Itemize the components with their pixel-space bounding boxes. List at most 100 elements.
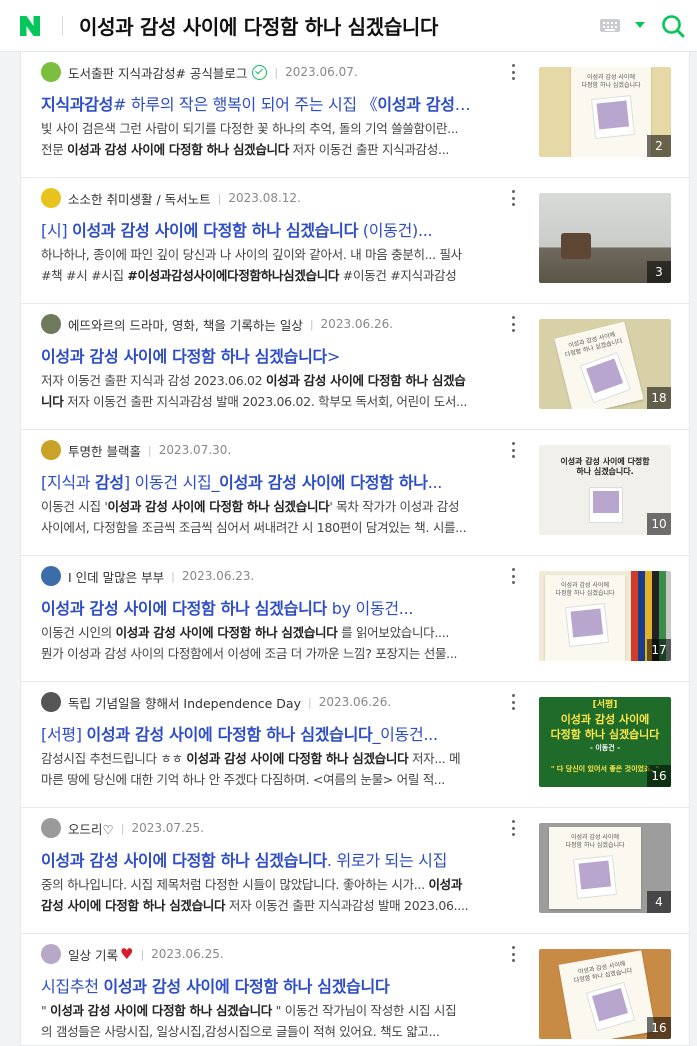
snippet-line: 니다 저자 이동건 출판 지식과감성 발매 2023.06.02. 학부모 독서…: [41, 391, 517, 412]
thumb-photo: [589, 487, 623, 523]
result-source[interactable]: 오드리♡ | 2023.07.25.: [41, 818, 204, 838]
keyboard-icon[interactable]: [600, 19, 620, 32]
text-segment: [서평]: [41, 725, 87, 744]
more-options-icon[interactable]: [508, 568, 518, 584]
blog-name[interactable]: 독립 기념일을 향해서 Independence Day: [68, 693, 301, 712]
book-cover-photo: [565, 603, 610, 647]
result-source[interactable]: 소소한 취미생활 / 독서노트 | 2023.08.12.: [41, 188, 301, 208]
text-segment: 저자 이동건 출판 지식과감성 발매 2023.06....: [225, 898, 469, 913]
avatar[interactable]: [41, 566, 61, 586]
more-options-icon[interactable]: [508, 442, 518, 458]
more-options-icon[interactable]: [508, 820, 518, 836]
result-source[interactable]: 일상 기록 ♥ | 2023.06.25.: [41, 944, 224, 964]
avatar[interactable]: [41, 692, 61, 712]
image-count-badge: 4: [647, 891, 671, 913]
result-title-link[interactable]: 이성과 감성 사이에 다정함 하나 심겠습니다>: [41, 343, 531, 367]
blog-name[interactable]: 소소한 취미생활 / 독서노트: [68, 189, 211, 208]
search-icon[interactable]: [660, 13, 686, 39]
avatar[interactable]: [41, 62, 61, 82]
separator: |: [140, 947, 145, 961]
result-thumbnail[interactable]: 이성과 감성 사이에 다정함 하나 심겠습니다 2: [539, 67, 671, 157]
highlight-text: 이성과 감성 사이에 다정함 하나 심겠습니다: [50, 1003, 272, 1018]
snippet-line: 이동건 시인의 이성과 감성 사이에 다정함 하나 심겠습니다 를 읽어보았습니…: [41, 622, 517, 643]
snippet-line: 하나하나, 종이에 파인 깊이 당신과 나 사이의 깊이와 같아서. 내 마음 …: [41, 244, 517, 265]
result-thumbnail[interactable]: 이성과 감성 사이에 다정함 하나 심겠습니다 4: [539, 823, 671, 913]
blog-name[interactable]: 투명한 블랙홀: [68, 441, 141, 460]
search-query-text[interactable]: 이성과 감성 사이에 다정함 하나 심겠습니다: [79, 11, 438, 40]
result-source[interactable]: 에뜨와르의 드라마, 영화, 책을 기록하는 일상 | 2023.06.26.: [41, 314, 393, 334]
more-options-icon[interactable]: [508, 190, 518, 206]
book-cover-flowers: [586, 358, 624, 394]
result-snippet: 이동건 시인의 이성과 감성 사이에 다정함 하나 심겠습니다 를 읽어보았습니…: [41, 622, 517, 664]
more-options-icon[interactable]: [508, 694, 518, 710]
avatar[interactable]: [41, 440, 61, 460]
result-title-link[interactable]: 시집추천 이성과 감성 사이에 다정함 하나 심겠습니다: [41, 973, 531, 997]
image-count-badge: 3: [647, 261, 671, 283]
result-source[interactable]: 독립 기념일을 향해서 Independence Day | 2023.06.26.: [41, 692, 391, 712]
thumb-photo-image: [593, 491, 619, 513]
book-cover-photo: [585, 981, 635, 1032]
blog-name[interactable]: 도서출판 지식과감성# 공식블로그: [68, 63, 247, 82]
book-cover-flowers: [596, 100, 630, 130]
result-card[interactable]: 소소한 취미생활 / 독서노트 | 2023.08.12. [시] 이성과 감성 사이…: [20, 178, 690, 304]
text-segment: 저자 이동건 출판 지식과감성 발매 2023.06.02. 학부모 독서회, …: [63, 394, 468, 409]
text-segment: 사이에서, 다정함을 조금씩 조금씩 심어서 써내려간 시 180편이 담겨있는…: [41, 520, 467, 535]
avatar[interactable]: [41, 314, 61, 334]
book-title-line: 이성과 감성 사이에: [571, 834, 619, 841]
highlight-text: 지식과감성: [41, 95, 114, 114]
result-title-link[interactable]: 지식과감성# 하루의 작은 행복이 되어 주는 시집 《이성과 감성…: [41, 91, 531, 115]
text-segment: 감성시집 추천드립니다 ㅎㅎ: [41, 751, 187, 766]
result-card[interactable]: 일상 기록 ♥ | 2023.06.25. 시집추천 이성과 감성 사이에 다정함 하나…: [20, 934, 690, 1046]
avatar[interactable]: [41, 818, 61, 838]
result-card[interactable]: 오드리♡ | 2023.07.25. 이성과 감성 사이에 다정함 하나 심겠습니다.…: [20, 808, 690, 934]
image-count-badge: 18: [647, 387, 671, 409]
result-source[interactable]: I 인데 말많은 부부 | 2023.06.23.: [41, 566, 254, 586]
blog-name[interactable]: 오드리♡: [68, 819, 114, 838]
result-title-link[interactable]: [지식과 감성] 이동건 시집_이성과 감성 사이에 다정함 하나...: [41, 469, 531, 493]
result-title-link[interactable]: [시] 이성과 감성 사이에 다정함 하나 심겠습니다 (이동건)...: [41, 217, 531, 241]
book-cover: 이성과 감성 사이에 다정함 하나 심겠습니다: [549, 827, 641, 909]
result-thumbnail[interactable]: [서평] 이성과 감성 사이에 다정함 하나 심겠습니다 - 이동건 - " 다 당신이…: [539, 697, 671, 787]
result-thumbnail[interactable]: 이성과 감성 사이에 다정함 하나 심겠습니다 16: [539, 949, 671, 1039]
post-date: 2023.07.30.: [158, 443, 232, 457]
highlight-text: 이성과 감성 사이에 다정함 하나 심겠습니다: [41, 347, 327, 366]
blog-name[interactable]: I 인데 말많은 부부: [68, 567, 164, 586]
result-thumbnail[interactable]: 3: [539, 193, 671, 283]
result-card[interactable]: 독립 기념일을 향해서 Independence Day | 2023.06.26.…: [20, 682, 690, 808]
blog-name[interactable]: 에뜨와르의 드라마, 영화, 책을 기록하는 일상: [68, 315, 303, 334]
result-thumbnail[interactable]: 이성과 감성 사이에 다정함 하나 심겠습니다. 10: [539, 445, 671, 535]
more-options-icon[interactable]: [508, 316, 518, 332]
result-thumbnail[interactable]: 이성과 감성 사이에 다정함 하나 심겠습니다 17: [539, 571, 671, 661]
naver-logo-icon[interactable]: [18, 14, 42, 38]
result-title-link[interactable]: 이성과 감성 사이에 다정함 하나 심겠습니다. 위로가 되는 시집: [41, 847, 531, 871]
chevron-down-icon[interactable]: [635, 22, 645, 28]
avatar[interactable]: [41, 188, 61, 208]
result-card[interactable]: 도서출판 지식과감성# 공식블로그 | 2023.06.07. 지식과감성# 하루의 …: [20, 52, 690, 178]
avatar[interactable]: [41, 944, 61, 964]
snippet-line: 감성 사이에 다정함 하나 심겠습니다 저자 이동건 출판 지식과감성 발매 2…: [41, 895, 517, 916]
post-date: 2023.06.26.: [320, 317, 394, 331]
result-card[interactable]: I 인데 말많은 부부 | 2023.06.23. 이성과 감성 사이에 다정함 하나…: [20, 556, 690, 682]
thumb-title-line: 하나 심겠습니다.: [576, 467, 634, 476]
more-options-icon[interactable]: [508, 64, 518, 80]
result-snippet: 중의 하나입니다. 시집 제목처럼 다정한 시들이 많았답니다. 좋아하는 시가…: [41, 874, 517, 916]
result-source[interactable]: 투명한 블랙홀 | 2023.07.30.: [41, 440, 231, 460]
thumb-title-line: 이성과 감성 사이에 다정함: [560, 457, 650, 466]
text-segment: ...: [427, 473, 443, 492]
result-title-link[interactable]: 이성과 감성 사이에 다정함 하나 심겠습니다 by 이동건...: [41, 595, 531, 619]
result-source[interactable]: 도서출판 지식과감성# 공식블로그 | 2023.06.07.: [41, 62, 358, 82]
review-card-line2: 다정함 하나 심겠습니다: [550, 728, 660, 741]
more-options-icon[interactable]: [508, 946, 518, 962]
separator: |: [120, 821, 125, 835]
result-card[interactable]: 투명한 블랙홀 | 2023.07.30. [지식과 감성] 이동건 시집_이성과 감…: [20, 430, 690, 556]
text-segment: ' 목차 작가가 이성과 감성: [329, 499, 460, 514]
result-card[interactable]: 에뜨와르의 드라마, 영화, 책을 기록하는 일상 | 2023.06.26. 이성과…: [20, 304, 690, 430]
snippet-line: #책 #시 #시집 #이성과감성사이에다정함하나심겠습니다 #이동건 #지식과감…: [41, 265, 517, 286]
result-title-link[interactable]: [서평] 이성과 감성 사이에 다정함 하나 심겠습니다_이동건...: [41, 721, 531, 745]
blog-name[interactable]: 일상 기록: [68, 945, 118, 964]
text-segment: 중의 하나입니다. 시집 제목처럼 다정한 시들이 많았답니다. 좋아하는 시가…: [41, 877, 429, 892]
text-segment: # 하루의 작은 행복이 되어 주는 시집 《: [113, 95, 378, 114]
header-divider: [62, 15, 63, 36]
result-thumbnail[interactable]: 이성과 감성 사이에 다정함 하나 심겠습니다 18: [539, 319, 671, 409]
image-count-badge: 16: [647, 1017, 671, 1039]
